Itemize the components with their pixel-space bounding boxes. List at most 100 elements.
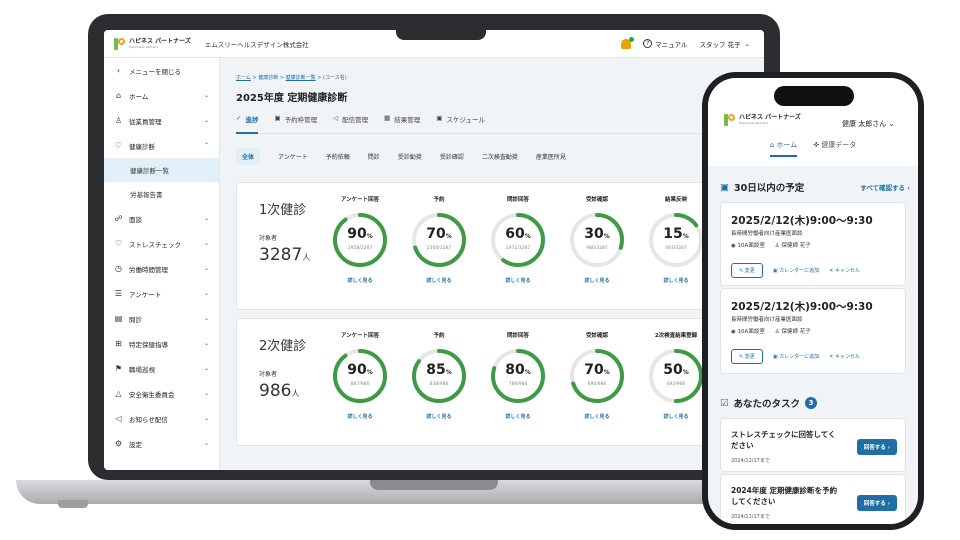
detail-link[interactable]: 詳しく見る (325, 413, 395, 420)
sidebar-item[interactable]: ⚙ 設定 ⌄ (104, 431, 219, 456)
task-text: ストレスチェックに回答してください (731, 430, 836, 450)
detail-link[interactable]: 詳しく見る (562, 277, 632, 284)
detail-link[interactable]: 詳しく見る (562, 413, 632, 420)
sidebar-item-label: 健康診断 (129, 142, 155, 151)
target-number: 986 (259, 381, 292, 401)
clock-icon: ◷ (115, 264, 122, 273)
gauge-percent-value: 30 (584, 226, 604, 242)
answer-button[interactable]: 回答する › (856, 495, 897, 511)
task-due: 2024/11/17まで (731, 514, 770, 520)
phone-tab-health-data[interactable]: ✜ 健康データ (813, 140, 856, 157)
change-button[interactable]: ✎ 変更 (731, 263, 763, 278)
gauge-percent-value: 90 (347, 226, 367, 242)
change-button[interactable]: ✎ 変更 (731, 349, 763, 364)
sidebar-item[interactable]: ⌂ ホーム ⌄ (104, 83, 219, 108)
filter-chip[interactable]: 受診確認 (440, 148, 464, 165)
breadcrumb-health-check[interactable]: 健康診断 (258, 75, 278, 81)
add-calendar-label: カレンダーに追加 (779, 354, 820, 360)
add-calendar-button[interactable]: ▣ カレンダーに追加 (773, 353, 819, 360)
gauge-label: 問診回答 (506, 333, 529, 339)
sidebar-item[interactable]: ♡ 健康診断 ⌃ (104, 133, 219, 158)
detail-link[interactable]: 詳しく見る (641, 413, 711, 420)
sidebar-item[interactable]: ▤ 問診 ⌄ (104, 306, 219, 331)
phone-tab-home[interactable]: ⌂ ホーム (769, 140, 798, 157)
detail-link[interactable]: 詳しく見る (641, 277, 711, 284)
filter-chip[interactable]: 産業医所見 (536, 148, 566, 165)
sidebar-item-label: 安全衛生委員会 (129, 390, 175, 399)
detail-link[interactable]: 詳しく見る (404, 277, 474, 284)
tab-delivery[interactable]: ◁ 配信管理 (333, 114, 368, 134)
tab-results[interactable]: ▦ 結果管理 (384, 114, 420, 134)
manual-link[interactable]: ? マニュアル (643, 39, 687, 49)
cancel-button[interactable]: ✕ キャンセル (829, 267, 860, 274)
gauge-label: 問診回答 (506, 197, 529, 203)
gauge-percent: 80% (490, 362, 546, 378)
appointment-meta: ◉ 10A面談室 ♙ 保健師 花子 (731, 327, 811, 335)
chevron-down-icon: ⌄ (203, 315, 209, 322)
target-number: 3287 (259, 245, 303, 265)
main-tabs: ✓ 進捗 ▣ 予約枠管理 ◁ 配信管理 ▦ 結果管理 ▣ スケジュール (236, 114, 764, 134)
sidebar-close-menu[interactable]: ‹ メニューを閉じる (104, 58, 219, 83)
answer-button[interactable]: 回答する › (856, 439, 897, 455)
task-card: 2024年度 定期健康診断を予約してください 2024/11/17まで 回答する… (720, 474, 906, 524)
sidebar-item[interactable]: ◁ お知らせ配信 ⌄ (104, 406, 219, 431)
cancel-button[interactable]: ✕ キャンセル (829, 353, 860, 360)
sidebar-subitem[interactable]: 労基報告書 (104, 182, 219, 206)
sidebar-item[interactable]: ♙ 従業員管理 ⌄ (104, 108, 219, 133)
gauge-percent-unit: % (366, 233, 373, 240)
task-text: 2024年度 定期健康診断を予約してください (731, 486, 837, 506)
sidebar-item[interactable]: ☍ 面談 ⌄ (104, 206, 219, 231)
chevron-down-icon: ⌄ (203, 117, 209, 124)
phone-logo[interactable]: ハピネス パートナーズ Happiness Partners (724, 114, 801, 126)
sidebar-item[interactable]: △ 安全衛生委員会 ⌄ (104, 381, 219, 406)
gauge-fraction: 838/986 (429, 382, 449, 387)
tab-progress[interactable]: ✓ 進捗 (236, 114, 259, 134)
filter-chip[interactable]: アンケート (278, 148, 308, 165)
sidebar-item[interactable]: ◷ 労働時間管理 ⌄ (104, 256, 219, 281)
user-menu[interactable]: スタッフ 花子 ⌄ (699, 39, 750, 49)
chevron-down-icon: ⌄ (203, 265, 209, 272)
filter-chip[interactable]: 受診勧奨 (398, 148, 422, 165)
gauge-percent: 15% (648, 226, 704, 242)
gauge-percent-unit: % (682, 233, 689, 240)
tab-booking-slots[interactable]: ▣ 予約枠管理 (274, 114, 317, 134)
person-text: 保健師 花子 (781, 329, 811, 335)
card-first-checkup: 1次健診 対象者 3287人 アンケート回答 90% 2958/3287 詳しく見る予… (236, 182, 764, 310)
sidebar-item[interactable]: ⊞ 特定保健指導 ⌄ (104, 331, 219, 356)
card-second-checkup: 2次健診 対象者 986人 アンケート回答 90% 887/986 詳しく見る 予約 85… (236, 318, 764, 446)
breadcrumb-list[interactable]: 健康診断一覧 (286, 75, 316, 81)
task-title: あなたのタスク (733, 399, 801, 410)
app-logo[interactable]: ハピネス パートナーズ Happiness Partners (114, 37, 191, 50)
gauge-ring: 70% 690/986 (569, 348, 625, 404)
cancel-label: キャンセル (834, 354, 860, 360)
filter-chip[interactable]: 予約依頼 (326, 148, 350, 165)
gauge-percent: 50% (648, 362, 704, 378)
add-calendar-button[interactable]: ▣ カレンダーに追加 (773, 267, 819, 274)
detail-link[interactable]: 詳しく見る (325, 277, 395, 284)
filter-chip[interactable]: 問診 (368, 148, 380, 165)
detail-link[interactable]: 詳しく見る (404, 413, 474, 420)
schedule-see-all-link[interactable]: すべて確認する › (860, 182, 910, 192)
phone-user-menu[interactable]: 健康 太郎さん ⌄ (842, 119, 894, 129)
sidebar-item[interactable]: ♡ ストレスチェック ⌄ (104, 231, 219, 256)
filter-chip[interactable]: 二次検査勧奨 (482, 148, 518, 165)
chevron-down-icon: ⌄ (203, 215, 209, 222)
progress-gauge: 受診確認 30% 986/3287 詳しく見る (562, 195, 632, 284)
detail-link[interactable]: 詳しく見る (483, 413, 553, 420)
detail-link[interactable]: 詳しく見る (483, 277, 553, 284)
sidebar-item[interactable]: ☰ アンケート ⌄ (104, 281, 219, 306)
gauge-percent: 90% (332, 226, 388, 242)
breadcrumb-home[interactable]: ホーム (236, 75, 251, 81)
sidebar-item[interactable]: ⚑ 職場巡視 ⌄ (104, 356, 219, 381)
heart-icon: ♡ (114, 239, 123, 248)
filter-chip[interactable]: 全体 (236, 148, 261, 165)
pencil-icon: ✎ (739, 354, 744, 360)
chevron-down-icon: ⌄ (888, 120, 895, 128)
list-icon: ☰ (114, 289, 123, 298)
notification-bell-icon[interactable] (621, 36, 635, 49)
plus-box-icon: ⊞ (115, 339, 122, 348)
logo-subtext: Happiness Partners (739, 121, 769, 125)
target-value: 986人 (259, 381, 299, 401)
sidebar-subitem[interactable]: 健康診断一覧 (104, 158, 219, 182)
tab-schedule[interactable]: ▣ スケジュール (436, 114, 485, 134)
